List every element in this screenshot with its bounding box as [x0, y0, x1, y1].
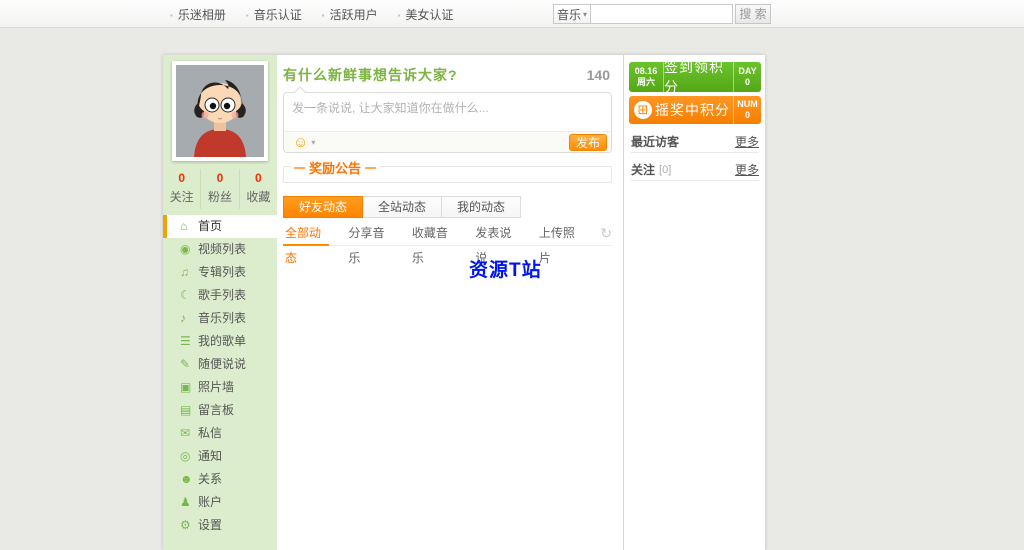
stat-label: 粉丝 [201, 188, 238, 205]
search-bar: 音乐▾ 搜 索 [553, 4, 771, 24]
topbar-link-active-users[interactable]: ▪活跃用户 [322, 6, 378, 23]
lottery-num-count: NUM0 [733, 96, 761, 124]
notification-icon: ◎ [180, 445, 198, 468]
announcement-title: 奖励公告 [290, 158, 380, 177]
sidebar-menu: ⌂首页 ◉视频列表 ♫专辑列表 ☾歌手列表 ♪音乐列表 ☰我的歌单 ✎随便说说 … [163, 215, 277, 537]
sidebar-item-music-list[interactable]: ♪音乐列表 [163, 307, 277, 330]
search-input[interactable] [591, 4, 733, 24]
bullet-icon: ▪ [170, 11, 173, 20]
sidebar-item-my-playlists[interactable]: ☰我的歌单 [163, 330, 277, 353]
stat-value: 0 [163, 171, 200, 185]
stat-value: 0 [240, 171, 277, 185]
sidebar-item-album-list[interactable]: ♫专辑列表 [163, 261, 277, 284]
profile-stats: 0 关注 0 粉丝 0 收藏 [163, 169, 277, 209]
sidebar-item-posts[interactable]: ✎随便说说 [163, 353, 277, 376]
visitors-more-link[interactable]: 更多 [735, 133, 759, 150]
sidebar-item-private-messages[interactable]: ✉私信 [163, 422, 277, 445]
following-section: 关注 [0] 更多 [631, 159, 759, 181]
tab-site-activity[interactable]: 全站动态 [363, 196, 442, 218]
char-counter: 140 [587, 67, 612, 83]
user-icon: ♟ [180, 491, 198, 514]
left-sidebar: 0 关注 0 粉丝 0 收藏 ⌂首页 ◉视频列表 ♫专辑列表 ☾歌手列表 ♪音乐… [163, 55, 277, 550]
topbar-links: ▪乐迷相册 ▪音乐认证 ▪活跃用户 ▪美女认证 [170, 0, 453, 28]
sidebar-item-home[interactable]: ⌂首页 [163, 215, 277, 238]
signin-date: 08.16周六 [629, 62, 664, 92]
section-title: 关注 [631, 161, 655, 178]
video-icon: ◉ [180, 238, 198, 261]
bullet-icon: ▪ [246, 11, 249, 20]
following-count: [0] [659, 164, 671, 176]
feed-tabs: 好友动态 全站动态 我的动态 [283, 196, 612, 218]
composer-toolbar: ☺ ▾ 发布 [284, 131, 611, 152]
topbar-link-music-verify[interactable]: ▪音乐认证 [246, 6, 302, 23]
chevron-down-icon: ▾ [583, 10, 587, 19]
sidebar-item-message-board[interactable]: ▤留言板 [163, 399, 277, 422]
sidebar-item-notifications[interactable]: ◎通知 [163, 445, 277, 468]
artist-icon: ☾ [180, 284, 198, 307]
search-button[interactable]: 搜 索 [735, 4, 771, 24]
filter-favorited-music[interactable]: 收藏音乐 [410, 221, 456, 246]
stat-value: 0 [201, 171, 238, 185]
feed-filter-tabs: 全部动态 分享音乐 收藏音乐 发表说说 上传照片 ↻ [283, 221, 612, 246]
dash-decoration [365, 167, 376, 169]
profile-page-container: 0 关注 0 粉丝 0 收藏 ⌂首页 ◉视频列表 ♫专辑列表 ☾歌手列表 ♪音乐… [163, 55, 765, 550]
chevron-down-icon[interactable]: ▾ [311, 138, 315, 147]
filter-all-activity[interactable]: 全部动态 [283, 221, 329, 246]
board-icon: ▤ [180, 399, 198, 422]
stat-favorites[interactable]: 0 收藏 [240, 169, 277, 209]
topbar-link-fan-albums[interactable]: ▪乐迷相册 [170, 6, 226, 23]
signin-points-banner[interactable]: 08.16周六 签到领积分 DAY0 [629, 62, 761, 92]
bullet-icon: ▪ [398, 11, 401, 20]
sidebar-item-photo-wall[interactable]: ▣照片墙 [163, 376, 277, 399]
stat-label: 关注 [163, 188, 200, 205]
topbar-link-beauty-verify[interactable]: ▪美女认证 [398, 6, 454, 23]
sidebar-item-relations[interactable]: ☻关系 [163, 468, 277, 491]
album-icon: ♫ [180, 261, 198, 284]
mail-icon: ✉ [180, 422, 198, 445]
reward-announcement-box: 奖励公告 [283, 166, 612, 183]
filter-shared-music[interactable]: 分享音乐 [346, 221, 392, 246]
photo-icon: ▣ [180, 376, 198, 399]
gear-icon: ⚙ [180, 514, 198, 537]
sidebar-item-video-list[interactable]: ◉视频列表 [163, 238, 277, 261]
relations-icon: ☻ [180, 468, 198, 491]
filter-posts[interactable]: 发表说说 [473, 221, 519, 246]
playlist-icon: ☰ [180, 330, 198, 353]
chat-icon: ✎ [180, 353, 198, 376]
post-input[interactable] [284, 93, 611, 131]
sidebar-item-account[interactable]: ♟账户 [163, 491, 277, 514]
filter-uploaded-photos[interactable]: 上传照片 [537, 221, 583, 246]
main-feed-column: 有什么新鲜事想告诉大家? 140 ☺ ▾ 发布 奖励公告 [277, 55, 624, 550]
avatar-image [176, 65, 264, 157]
sidebar-item-artist-list[interactable]: ☾歌手列表 [163, 284, 277, 307]
bullet-icon: ▪ [322, 11, 325, 20]
publish-button[interactable]: 发布 [569, 134, 607, 151]
signin-day-count: DAY0 [733, 62, 761, 92]
top-navigation-bar: ▪乐迷相册 ▪音乐认证 ▪活跃用户 ▪美女认证 音乐▾ 搜 索 [0, 0, 1024, 28]
lottery-label: 摇奖中积分 [652, 100, 733, 120]
stat-fans[interactable]: 0 粉丝 [201, 169, 239, 209]
avatar[interactable] [172, 61, 268, 161]
dash-decoration [294, 167, 305, 169]
refresh-icon[interactable]: ↻ [600, 225, 612, 242]
watermark-text: 资源T站 [469, 255, 542, 282]
tab-friend-activity[interactable]: 好友动态 [283, 196, 363, 218]
tab-my-activity[interactable]: 我的动态 [442, 196, 521, 218]
emoji-icon[interactable]: ☺ [293, 135, 308, 150]
following-more-link[interactable]: 更多 [735, 161, 759, 178]
lottery-points-banner[interactable]: ⊞ 摇奖中积分 NUM0 [629, 96, 761, 124]
right-sidebar: 08.16周六 签到领积分 DAY0 ⊞ 摇奖中积分 NUM0 最近访客 更多 … [625, 55, 765, 550]
music-icon: ♪ [180, 307, 198, 330]
search-category-dropdown[interactable]: 音乐▾ [553, 4, 591, 24]
gift-icon: ⊞ [634, 101, 652, 119]
sidebar-item-settings[interactable]: ⚙设置 [163, 514, 277, 537]
signin-label: 签到领积分 [664, 62, 733, 92]
stat-following[interactable]: 0 关注 [163, 169, 201, 209]
composer-title: 有什么新鲜事想告诉大家? [283, 65, 458, 85]
recent-visitors-section: 最近访客 更多 [631, 131, 759, 153]
section-title: 最近访客 [631, 133, 679, 150]
post-composer: ☺ ▾ 发布 [283, 92, 612, 153]
home-icon: ⌂ [180, 215, 198, 238]
stat-label: 收藏 [240, 188, 277, 205]
